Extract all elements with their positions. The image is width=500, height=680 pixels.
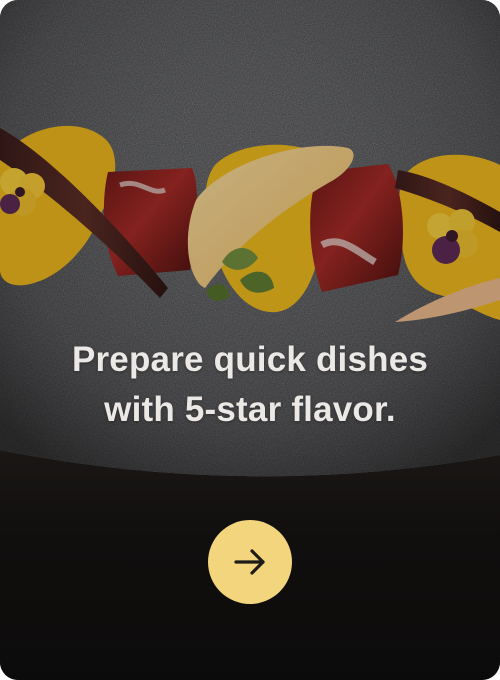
- arrow-right-icon: [234, 549, 265, 575]
- next-button[interactable]: [208, 520, 292, 604]
- headline-line-2: with 5-star flavor.: [104, 390, 396, 429]
- onboarding-card: Prepare quick dishes with 5-star flavor.: [0, 0, 500, 680]
- headline: Prepare quick dishes with 5-star flavor.: [0, 335, 500, 435]
- headline-line-1: Prepare quick dishes: [71, 340, 429, 379]
